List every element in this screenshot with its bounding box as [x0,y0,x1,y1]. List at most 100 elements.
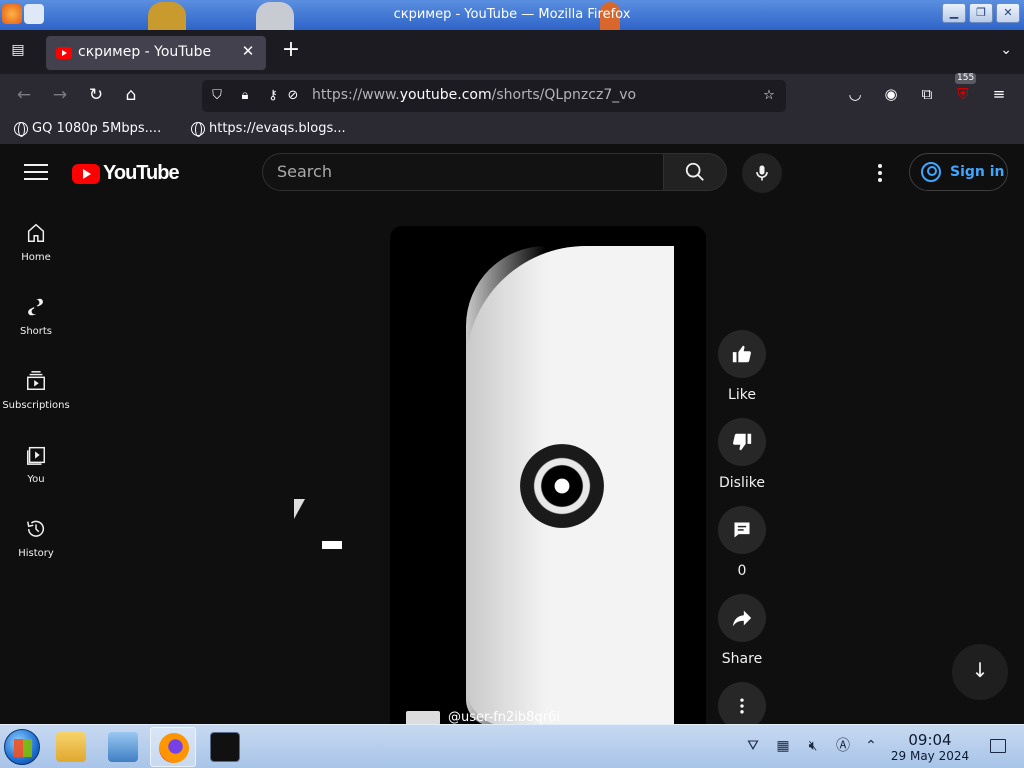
windows-logo-icon [14,739,32,757]
globe-icon [191,121,205,137]
chevron-down-icon[interactable]: ⌄ [1000,42,1012,58]
system-clock[interactable]: 09:04 29 May 2024 [884,731,976,763]
reload-button[interactable]: ↻ [84,83,108,107]
channel-link[interactable]: @user-fn2ib8qr6i [406,710,560,725]
voice-search-button[interactable] [742,153,782,193]
new-tab-button[interactable]: + [280,39,302,62]
url-bar[interactable]: ⛉ 🔒︎ ⚷ ⊘ https://www.youtube.com/shorts/… [202,80,786,112]
window-title: скример - YouTube — Mozilla Firefox [393,7,631,22]
account-circle-icon [921,162,941,182]
forward-button[interactable]: → [48,83,72,107]
window-titlebar[interactable]: скример - YouTube — Mozilla Firefox ▁ ❐ … [0,0,1024,30]
close-tab-icon[interactable]: ✕ [238,42,258,62]
volume-muted-tray-icon[interactable]: 🔇︎ [804,737,822,755]
search-input[interactable] [277,162,647,181]
search-box [262,153,664,191]
back-button[interactable]: ← [12,83,36,107]
comments-button[interactable] [718,506,766,554]
guide-item-you[interactable]: You [0,432,72,498]
guide-item-subscriptions[interactable]: Subscriptions [0,358,72,424]
search-button[interactable] [663,153,727,191]
keyboard-layout-tray-icon[interactable]: Ⓐ [834,737,852,755]
close-button[interactable]: ✕ [996,3,1020,23]
taskbar-control-panel[interactable] [100,727,146,767]
shorts-video-player[interactable]: @user-fn2ib8qr6i [390,226,706,726]
maximize-button[interactable]: ❐ [969,3,993,23]
account-icon[interactable]: ◉ [880,83,902,105]
video-frame-edge [674,226,706,726]
extensions-icon[interactable]: ⧉ [916,83,938,105]
extension-badge: 155 [955,73,977,84]
clipboard-tray-icon[interactable]: ▦ [774,737,792,755]
share-button[interactable] [718,594,766,642]
comments-count: 0 [737,563,747,579]
comments-action: 0 [718,506,766,579]
sign-in-button[interactable]: Sign in [909,153,1008,191]
guide-label: Shorts [19,326,53,337]
permissions-icon[interactable]: ⚷ [264,87,282,105]
arrow-down-icon: ↓ [971,658,989,682]
shorts-icon [28,298,43,316]
more-vert-icon [740,698,744,714]
bookmark-label: https://evaqs.blogs... [209,121,346,136]
taskbar-firefox[interactable] [150,727,196,767]
tab-bar: ▤ скример - YouTube ✕ + ⌄ [0,30,1024,74]
lock-icon[interactable]: 🔒︎ [236,87,254,105]
ublock-icon[interactable]: ⛨ 155 [952,73,977,105]
chevron-up-icon[interactable]: ⌃ [862,737,880,755]
sign-in-label: Sign in [950,164,1005,180]
taskbar-file-manager[interactable] [48,727,94,767]
subscriptions-icon [27,371,45,390]
minimize-button[interactable]: ▁ [942,3,966,23]
bookmark-star-icon[interactable]: ☆ [760,87,778,105]
network-tray-icon[interactable]: ⛛ [744,737,762,755]
bookmark-item[interactable]: https://evaqs.blogs... [191,121,346,137]
tracking-protection-shield-icon[interactable]: ⛉ [208,87,226,105]
firefox-view-icon[interactable]: ▤ [8,42,28,62]
guide-menu-button[interactable] [24,164,48,182]
navigation-toolbar: ← → ↻ ⌂ ⛉ 🔒︎ ⚷ ⊘ https://www.youtube.com… [0,73,1024,116]
guide-item-home[interactable]: Home [0,210,72,276]
home-button[interactable]: ⌂ [119,83,143,107]
menu-icon[interactable]: ≡ [988,83,1010,105]
mouse-cursor [294,499,305,519]
like-button[interactable] [718,330,766,378]
more-action [718,682,766,730]
dislike-action: Dislike [718,418,766,491]
more-options-button[interactable] [718,682,766,730]
home-icon [27,223,45,242]
taskbar-terminal[interactable] [202,727,248,767]
guide-label: You [27,474,45,485]
channel-name[interactable]: @user-fn2ib8qr6i [448,710,560,725]
dislike-button[interactable] [718,418,766,466]
globe-icon [14,121,28,137]
bookmark-item[interactable]: GQ 1080p 5Mbps.... [14,121,161,137]
tab-title: скример - YouTube [78,44,212,60]
start-button[interactable] [4,729,40,765]
guide-item-shorts[interactable]: Shorts [0,284,72,350]
autoplay-blocked-icon[interactable]: ⊘ [284,87,302,105]
channel-avatar[interactable] [406,710,440,725]
history-icon [27,520,44,537]
url-text[interactable]: https://www.youtube.com/shorts/QLpnzcz7_… [312,87,636,103]
thumbs-up-icon [732,345,751,363]
microphone-icon [756,165,768,181]
you-icon [27,446,45,465]
next-video-button[interactable]: ↓ [952,644,1008,700]
terminal-icon [210,732,240,762]
youtube-play-icon [72,163,100,184]
youtube-favicon-icon [56,47,72,59]
tab-youtube[interactable]: скример - YouTube ✕ [46,36,266,70]
show-desktop-button[interactable] [990,739,1006,753]
clock-time: 09:04 [908,731,952,749]
search-icon [685,162,704,181]
youtube-logo[interactable]: YouTube [72,162,180,185]
settings-more-button[interactable] [868,162,892,186]
pocket-icon[interactable]: ◡ [844,83,866,105]
clock-date: 29 May 2024 [890,749,970,763]
youtube-page: YouTube Sign in Home Shorts Subscription… [0,144,1024,730]
bookmarks-toolbar: GQ 1080p 5Mbps.... https://evaqs.blogs..… [0,116,1024,144]
guide-item-history[interactable]: History [0,506,72,572]
computer-icon [108,732,138,762]
folder-icon [56,732,86,762]
